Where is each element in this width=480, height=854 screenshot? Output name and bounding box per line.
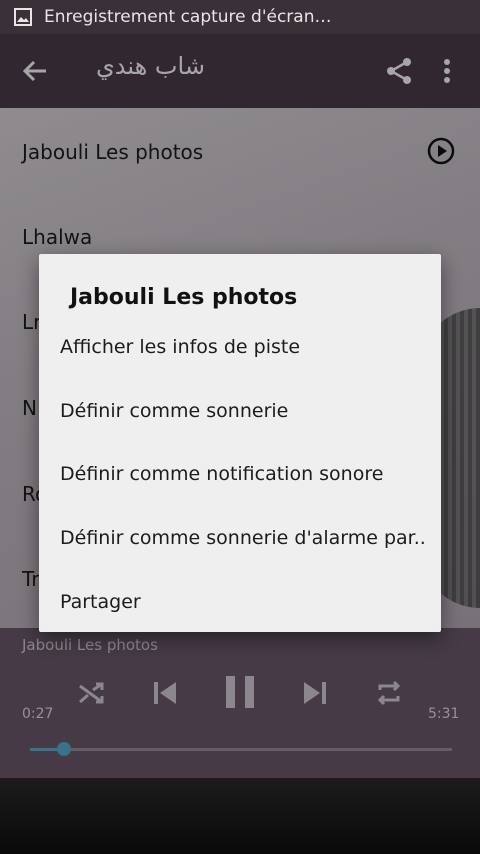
image-icon [14, 8, 32, 26]
status-bar: Enregistrement capture d'écran… [0, 0, 480, 34]
track-options-dialog: Jabouli Les photos Afficher les infos de… [39, 254, 441, 632]
notification-text: Enregistrement capture d'écran… [44, 7, 332, 27]
menu-item-set-ringtone[interactable]: Définir comme sonnerie [60, 381, 430, 441]
dialog-title: Jabouli Les photos [70, 285, 298, 310]
menu-item-set-notification[interactable]: Définir comme notification sonore [60, 444, 430, 504]
menu-item-set-alarm[interactable]: Définir comme sonnerie d'alarme par.. [60, 508, 430, 568]
menu-item-share[interactable]: Partager [60, 572, 430, 632]
menu-item-track-info[interactable]: Afficher les infos de piste [60, 317, 430, 377]
